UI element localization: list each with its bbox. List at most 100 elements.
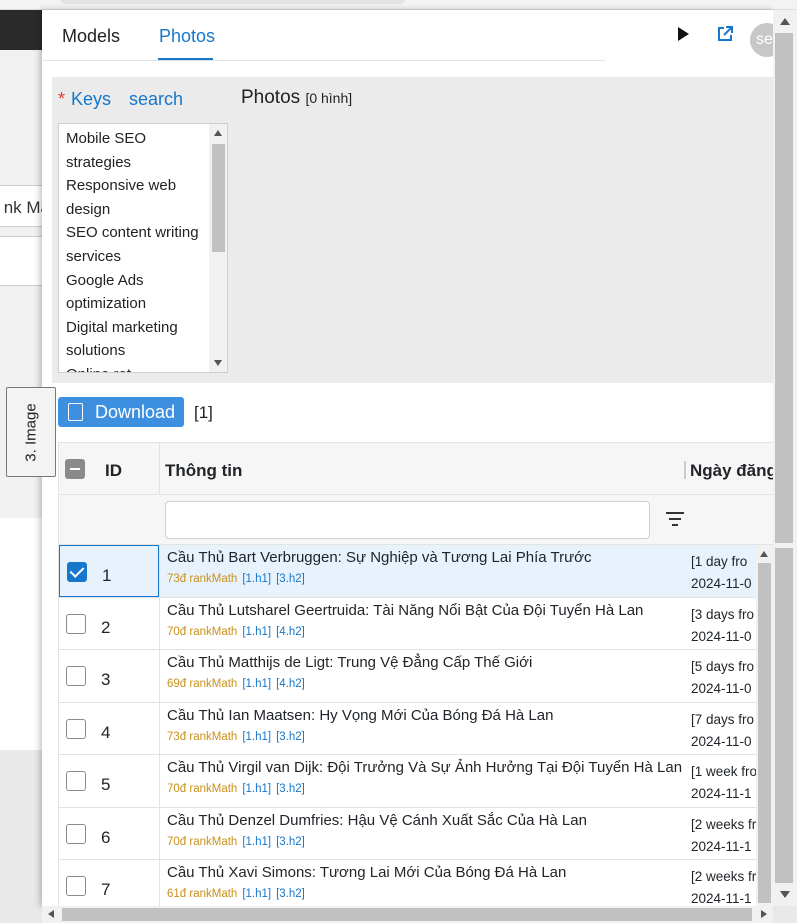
row-date: [2 weeks fr 2024-11-1 (691, 814, 761, 858)
tab-bar: Models Photos (42, 10, 605, 61)
row-select-cell[interactable]: 1 (59, 545, 159, 597)
keyword-listbox[interactable]: Mobile SEO strategies Responsive web des… (58, 123, 228, 373)
keyword-option[interactable]: Mobile SEO strategies (66, 127, 209, 174)
row-select-cell[interactable]: 6 (59, 808, 159, 860)
table-row[interactable]: 7 Cầu Thủ Xavi Simons: Tương Lai Mới Của … (59, 860, 756, 906)
row-title[interactable]: Cầu Thủ Virgil van Dijk: Đội Trưởng Và S… (167, 759, 682, 776)
search-link[interactable]: search (129, 89, 183, 110)
table-row[interactable]: 1 Cầu Thủ Bart Verbruggen: Sự Nghiệp và T… (59, 545, 756, 598)
date-relative: [2 weeks fr (691, 816, 757, 832)
date-value: 2024-11-0 (691, 628, 752, 644)
h1-count: [1.h1] (242, 835, 272, 848)
scroll-thumb[interactable] (775, 548, 793, 883)
filter-panel: * Keys search Photos [0 hình] Mobile SEO … (52, 77, 774, 383)
page-scrollbar[interactable] (773, 10, 797, 906)
h2-count: [3.h2] (276, 783, 305, 795)
row-title[interactable]: Cầu Thủ Lutsharel Geertruida: Tài Năng N… (167, 602, 643, 619)
row-checkbox[interactable] (66, 771, 86, 791)
info-filter-input[interactable] (165, 501, 650, 539)
row-title[interactable]: Cầu Thủ Xavi Simons: Tương Lai Mới Của B… (167, 864, 566, 881)
column-header-id[interactable]: ID (105, 461, 122, 481)
download-button[interactable]: Download (58, 397, 184, 427)
column-divider (159, 702, 160, 755)
table-row[interactable]: 3 Cầu Thủ Matthijs de Ligt: Trung Vệ Đẳng… (59, 650, 756, 703)
side-tab-image[interactable]: 3. Image (6, 387, 56, 477)
table-body: 1 Cầu Thủ Bart Verbruggen: Sự Nghiệp và T… (59, 545, 757, 906)
rankmath-score: 61đ rankMath (167, 888, 238, 900)
scroll-thumb[interactable] (62, 908, 752, 921)
table-header: ID Thông tin Ngày đăng (59, 443, 773, 495)
column-resize-handle[interactable] (684, 461, 686, 479)
table-row[interactable]: 6 Cầu Thủ Denzel Dumfries: Hậu Vệ Cánh Xu… (59, 807, 756, 860)
scroll-thumb[interactable] (758, 563, 771, 903)
scroll-up-arrow-icon[interactable] (780, 18, 790, 25)
row-select-cell[interactable]: 7 (59, 860, 159, 906)
h2-count: [3.h2] (276, 888, 305, 900)
photos-count: [0 hình] (305, 90, 353, 106)
scroll-thumb[interactable] (775, 33, 793, 543)
filter-icon[interactable] (666, 512, 684, 526)
photos-title-text: Photos (241, 87, 301, 108)
tab-photos[interactable]: Photos (159, 26, 215, 47)
table-row[interactable]: 2 Cầu Thủ Lutsharel Geertruida: Tài Năng … (59, 597, 756, 650)
row-checkbox[interactable] (66, 613, 86, 634)
keyword-option[interactable]: SEO content writing services (66, 221, 209, 268)
date-relative: [5 days fro (691, 659, 755, 674)
active-tab-indicator (158, 58, 213, 60)
row-meta: 70đ rankMath [1.h1] [3.h2] (167, 783, 305, 795)
column-divider (159, 545, 160, 597)
row-select-cell[interactable]: 2 (59, 598, 159, 650)
row-select-cell[interactable]: 5 (59, 755, 159, 807)
play-icon[interactable] (678, 27, 689, 41)
scroll-left-arrow-icon[interactable] (48, 910, 54, 918)
scroll-up-arrow-icon[interactable] (214, 130, 222, 136)
tab-models[interactable]: Models (62, 26, 120, 47)
row-select-cell[interactable]: 4 (59, 703, 159, 755)
table-row[interactable]: 4 Cầu Thủ Ian Maatsen: Hy Vọng Mới Của Bó… (59, 702, 756, 755)
row-checkbox[interactable] (66, 666, 86, 686)
column-divider (159, 597, 160, 650)
h1-count: [1.h1] (242, 888, 272, 900)
row-select-cell[interactable]: 3 (59, 650, 159, 702)
table-scrollbar[interactable] (756, 545, 773, 906)
keyword-option[interactable]: Responsive web design (66, 174, 209, 221)
external-link-icon[interactable] (716, 25, 734, 43)
row-checkbox[interactable] (66, 823, 86, 844)
scroll-right-arrow-icon[interactable] (761, 910, 767, 918)
avatar[interactable]: se (750, 23, 774, 57)
download-label: Download (95, 401, 176, 422)
listbox-scrollbar[interactable] (209, 124, 227, 372)
h2-count: [4.h2] (276, 678, 305, 690)
side-tab-label: 3. Image (22, 402, 40, 462)
h1-count: [1.h1] (242, 783, 272, 795)
date-relative: [7 days fro (691, 711, 755, 727)
photos-title: Photos [0 hình] (241, 87, 352, 109)
row-id: 6 (101, 827, 111, 847)
row-title[interactable]: Cầu Thủ Denzel Dumfries: Hậu Vệ Cánh Xuấ… (167, 812, 587, 829)
keyword-option[interactable]: Google Ads optimization (66, 269, 209, 316)
row-title[interactable]: Cầu Thủ Ian Maatsen: Hy Vọng Mới Của Bón… (167, 707, 553, 724)
row-title[interactable]: Cầu Thủ Matthijs de Ligt: Trung Vệ Đẳng … (167, 654, 532, 671)
row-checkbox[interactable] (67, 562, 87, 582)
keyword-option[interactable]: Digital marketing solutions (66, 316, 209, 363)
table-row[interactable]: 5 Cầu Thủ Virgil van Dijk: Đội Trưởng Và … (59, 755, 757, 808)
column-header-date[interactable]: Ngày đăng (690, 461, 773, 481)
select-all-checkbox[interactable] (65, 459, 85, 479)
horizontal-scrollbar[interactable] (42, 906, 773, 923)
keys-text: Keys (71, 89, 112, 109)
h1-count: [1.h1] (242, 573, 272, 585)
row-id: 7 (101, 880, 111, 899)
scroll-up-arrow-icon[interactable] (760, 551, 768, 557)
scroll-down-arrow-icon[interactable] (780, 891, 790, 898)
column-divider (159, 807, 160, 860)
keyword-option[interactable]: Online ret (66, 363, 209, 372)
row-title[interactable]: Cầu Thủ Bart Verbruggen: Sự Nghiệp và Tư… (167, 549, 591, 566)
keys-label: * Keys (58, 89, 111, 110)
row-checkbox[interactable] (66, 876, 86, 896)
scroll-thumb[interactable] (212, 144, 225, 252)
row-meta: 70đ rankMath [1.h1] [4.h2] (167, 626, 305, 638)
scroll-down-arrow-icon[interactable] (214, 360, 222, 366)
column-header-info[interactable]: Thông tin (165, 461, 242, 481)
row-date: [5 days fro 2024-11-0 (691, 656, 761, 700)
row-checkbox[interactable] (66, 718, 86, 739)
